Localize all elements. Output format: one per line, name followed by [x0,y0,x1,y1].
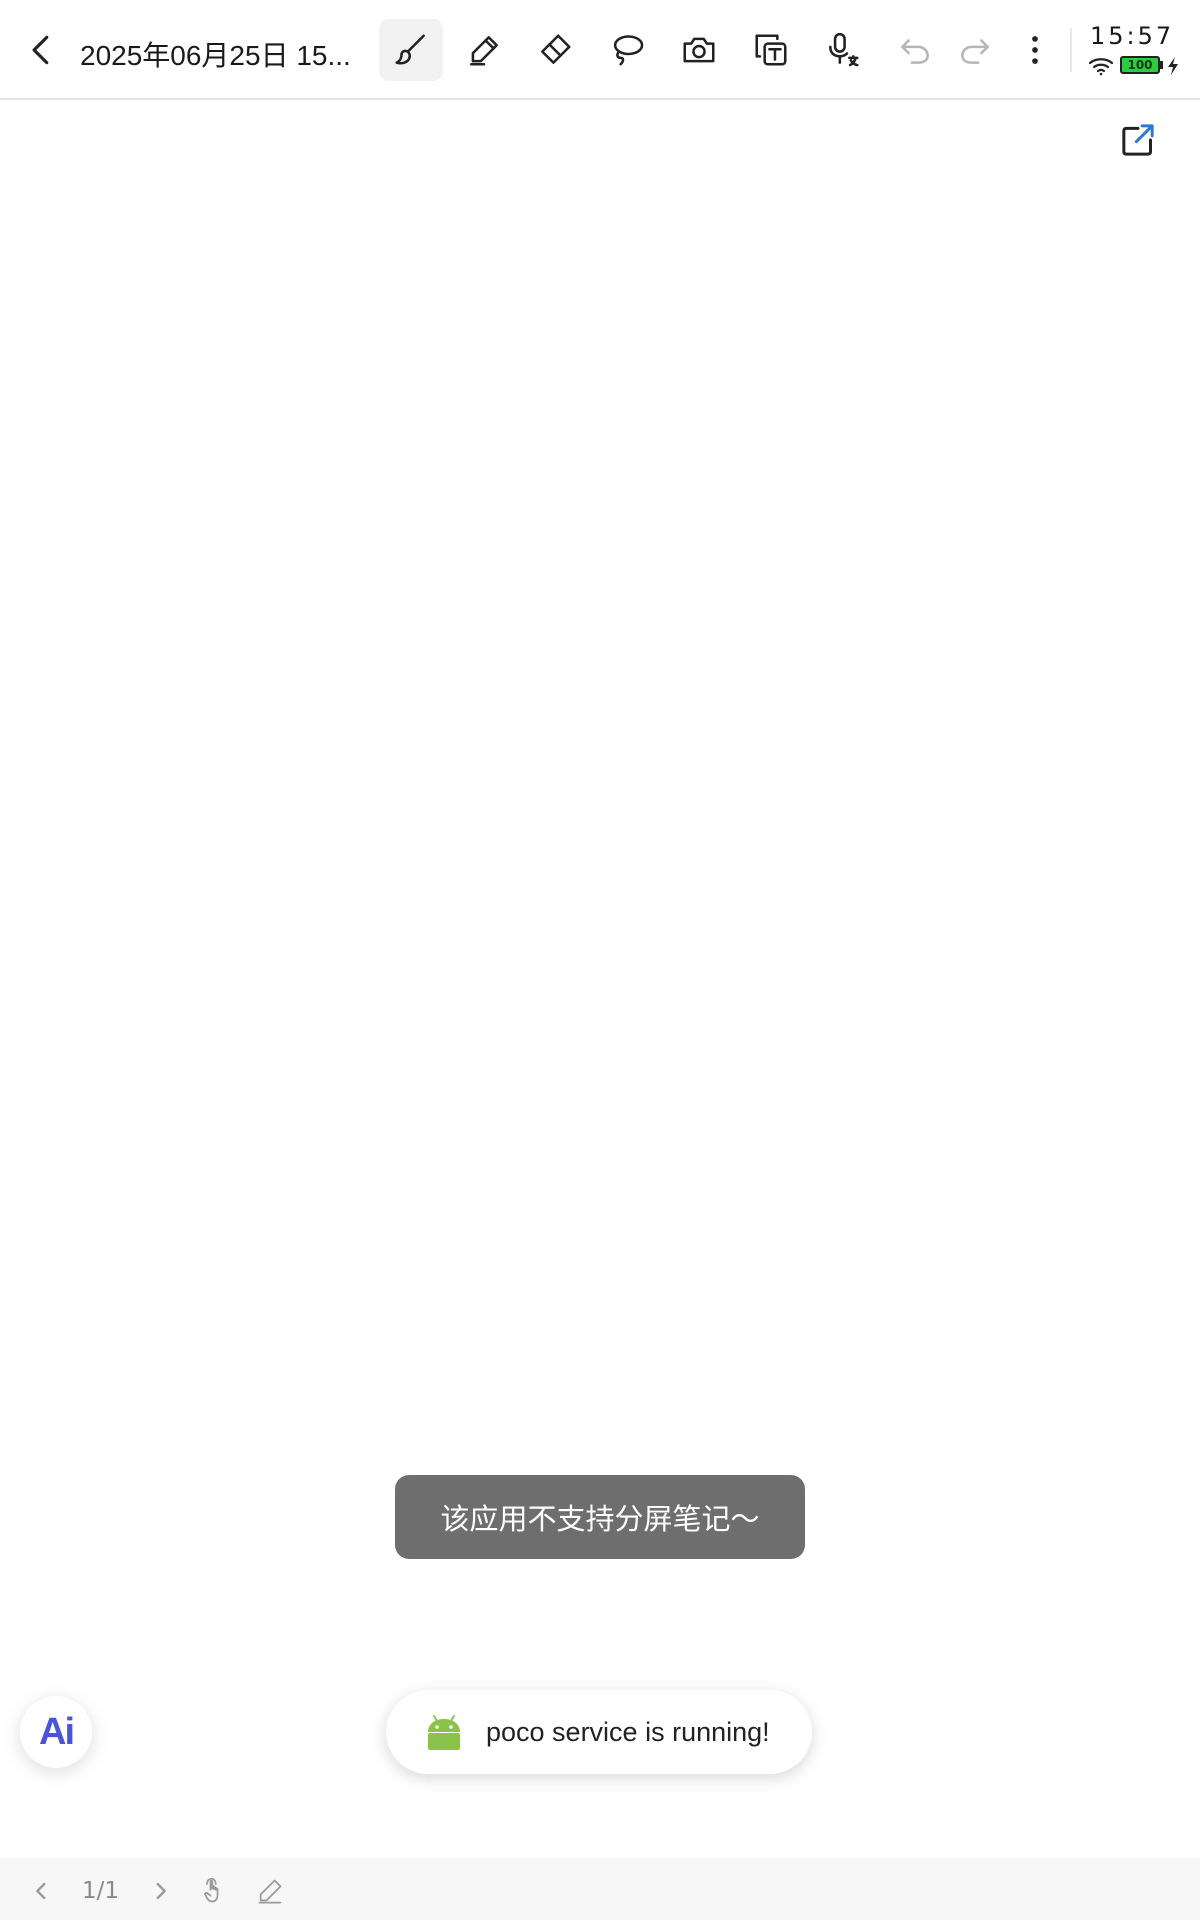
voice-translate-icon[interactable] [815,22,871,78]
prev-page-icon[interactable] [28,1876,56,1906]
share-export-icon[interactable] [1118,120,1158,160]
eraser-icon[interactable] [527,22,583,78]
battery-icon: 100 [1120,56,1160,74]
android-icon [428,1715,460,1750]
lasso-icon[interactable] [599,22,655,78]
wifi-icon [1088,58,1114,76]
pen-input-icon[interactable] [256,1876,284,1906]
camera-icon[interactable] [671,22,727,78]
highlighter-icon[interactable] [456,22,512,78]
redo-icon[interactable] [947,22,1003,78]
ai-label: Ai [39,1710,75,1753]
battery-tip [1160,61,1163,69]
status-divider [1070,28,1072,72]
hand-touch-icon[interactable] [200,1876,228,1906]
poco-service-toast: poco service is running! [386,1690,812,1774]
note-canvas[interactable] [0,108,1200,1858]
charging-icon [1168,57,1178,75]
status-time: 15:57 [1090,22,1175,50]
back-icon[interactable] [14,22,70,78]
next-page-icon[interactable] [146,1876,174,1906]
split-screen-toast: 该应用不支持分屏笔记～ [395,1475,805,1559]
top-toolbar: 2025年06月25日 15... 15:57 100 [0,0,1200,100]
ai-assistant-button[interactable]: Ai [20,1696,92,1768]
bottom-bar: 1/1 [0,1858,1200,1920]
text-ocr-icon[interactable] [743,22,799,78]
undo-icon[interactable] [887,22,943,78]
more-icon[interactable] [1007,22,1063,78]
poco-service-message: poco service is running! [486,1716,770,1747]
brush-icon[interactable] [379,19,443,81]
note-title[interactable]: 2025年06月25日 15... [80,34,360,74]
page-indicator: 1/1 [82,1878,120,1904]
